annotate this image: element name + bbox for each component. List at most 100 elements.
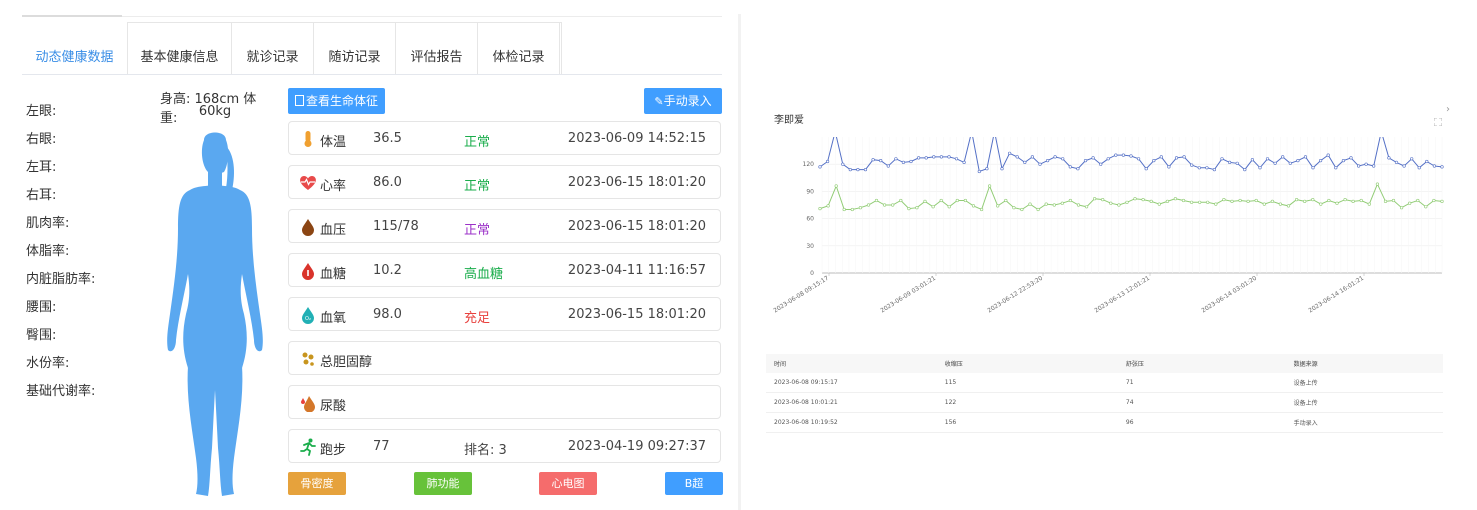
data-point xyxy=(1235,161,1239,165)
data-point xyxy=(1399,206,1404,210)
document-icon xyxy=(294,95,304,106)
data-point xyxy=(1167,165,1171,169)
data-point xyxy=(834,184,838,188)
vital-value: 86.0 xyxy=(373,175,402,190)
table-header-cell: 数据来源 xyxy=(1285,354,1443,373)
vital-value: 10.2 xyxy=(373,263,402,278)
data-point xyxy=(1432,164,1437,168)
table-header-cell: 时间 xyxy=(766,354,937,373)
data-point xyxy=(1000,167,1004,171)
data-point xyxy=(939,198,943,203)
vital-card-1[interactable]: 心率 86.0 正常 2023-06-15 18:01:20 xyxy=(288,165,721,199)
data-point xyxy=(909,159,913,164)
data-point xyxy=(863,167,868,172)
data-point xyxy=(1425,159,1429,164)
report-button-0[interactable]: 骨密度 xyxy=(288,472,346,495)
series-line-0 xyxy=(819,137,1443,173)
data-point xyxy=(1197,166,1201,170)
x-tick-label: 2023-06-14 03:01:20 xyxy=(1200,275,1258,315)
vital-card-0[interactable]: 体温 36.5 正常 2023-06-09 14:52:15 xyxy=(288,121,721,155)
tab-0[interactable]: 动态健康数据 xyxy=(22,22,128,74)
data-point xyxy=(985,167,989,171)
data-point xyxy=(1085,205,1089,209)
data-point xyxy=(1038,162,1042,166)
vital-card-5[interactable]: 总胆固醇 xyxy=(288,341,721,375)
data-point xyxy=(1402,164,1406,168)
vital-value: 36.5 xyxy=(373,131,402,146)
vital-card-3[interactable]: 血糖 10.2 高血糖 2023-04-11 11:16:57 xyxy=(288,253,721,287)
data-point xyxy=(947,155,951,159)
data-point xyxy=(1334,166,1338,170)
vital-timestamp: 2023-04-11 11:16:57 xyxy=(567,263,706,278)
tab-5[interactable]: 体检记录 xyxy=(478,22,560,74)
data-point xyxy=(1228,160,1232,165)
chevron-right-icon[interactable]: › xyxy=(1446,104,1450,115)
report-button-2[interactable]: 心电图 xyxy=(539,472,597,495)
blood-pressure-table: 时间 收缩压 舒张压 数据来源 2023-06-08 09:15:17 115 71 设备上… xyxy=(766,354,1443,433)
tab-2[interactable]: 就诊记录 xyxy=(232,22,314,74)
data-point xyxy=(842,207,846,212)
vital-card-7[interactable]: 跑步 77 排名: 3 2023-04-19 09:27:37 xyxy=(288,429,721,463)
data-point xyxy=(1091,156,1095,160)
vital-name: 尿酸 xyxy=(320,399,347,414)
data-point xyxy=(1044,202,1048,206)
y-tick-label: 30 xyxy=(806,243,814,250)
data-point xyxy=(1114,153,1118,157)
vital-value: 115/78 xyxy=(373,219,419,234)
vital-name: 总胆固醇 xyxy=(320,355,373,370)
metric-label: 基础代谢率: xyxy=(26,384,96,399)
data-point xyxy=(1296,159,1300,163)
data-point xyxy=(1432,198,1436,203)
data-point xyxy=(1243,167,1247,172)
report-button-3[interactable]: B超 xyxy=(665,472,723,495)
tab-4[interactable]: 评估报告 xyxy=(396,22,478,74)
data-point xyxy=(1152,159,1156,163)
data-point xyxy=(1046,159,1050,163)
data-point xyxy=(924,156,928,160)
vital-timestamp: 2023-06-15 18:01:20 xyxy=(567,307,706,322)
manual-entry-button[interactable]: ✎手动录入 xyxy=(644,88,722,114)
data-point xyxy=(1068,165,1072,169)
table-cell: 手动录入 xyxy=(1285,412,1443,433)
data-point xyxy=(917,156,921,160)
data-point xyxy=(1440,199,1444,203)
data-point xyxy=(1391,198,1396,203)
vital-card-4[interactable]: O₂ 血氧 98.0 充足 2023-06-15 18:01:20 xyxy=(288,297,721,331)
data-point xyxy=(1129,154,1133,158)
thermometer-icon xyxy=(299,130,317,148)
tab-baseline xyxy=(22,74,722,75)
table-cell: 71 xyxy=(1117,373,1286,393)
top-divider-accent xyxy=(22,15,122,17)
data-point xyxy=(1125,200,1129,204)
vital-card-6[interactable]: 尿酸 xyxy=(288,385,721,419)
data-point xyxy=(1101,197,1105,202)
metric-label: 右眼: xyxy=(26,132,57,147)
data-point xyxy=(1303,155,1308,159)
data-point xyxy=(1288,161,1292,165)
data-point xyxy=(954,157,959,161)
vital-card-2[interactable]: 血压 115/78 正常 2023-06-15 18:01:20 xyxy=(288,209,721,243)
data-point xyxy=(1326,153,1330,157)
data-point xyxy=(825,159,830,164)
data-point xyxy=(1294,197,1299,202)
data-point xyxy=(879,159,883,163)
metric-label: 水份率: xyxy=(26,356,70,371)
data-point xyxy=(856,167,860,172)
data-point xyxy=(1270,199,1275,203)
data-point xyxy=(1286,204,1291,208)
data-point xyxy=(866,203,871,207)
data-point xyxy=(947,205,951,209)
data-point xyxy=(939,155,943,159)
fullscreen-icon[interactable] xyxy=(1434,118,1442,126)
pencil-icon: ✎ xyxy=(654,95,664,108)
tab-1[interactable]: 基本健康信息 xyxy=(128,22,232,74)
data-point xyxy=(1311,166,1315,170)
tab-3[interactable]: 随访记录 xyxy=(314,22,396,74)
data-point xyxy=(1121,153,1126,157)
report-button-1[interactable]: 肺功能 xyxy=(414,472,472,495)
vital-status: 正常 xyxy=(464,179,491,194)
data-point xyxy=(1106,157,1110,161)
data-point xyxy=(1206,200,1210,204)
table-row: 2023-06-08 09:15:17 115 71 设备上传 xyxy=(766,373,1443,393)
view-vitals-button[interactable]: 查看生命体征 xyxy=(288,88,385,114)
